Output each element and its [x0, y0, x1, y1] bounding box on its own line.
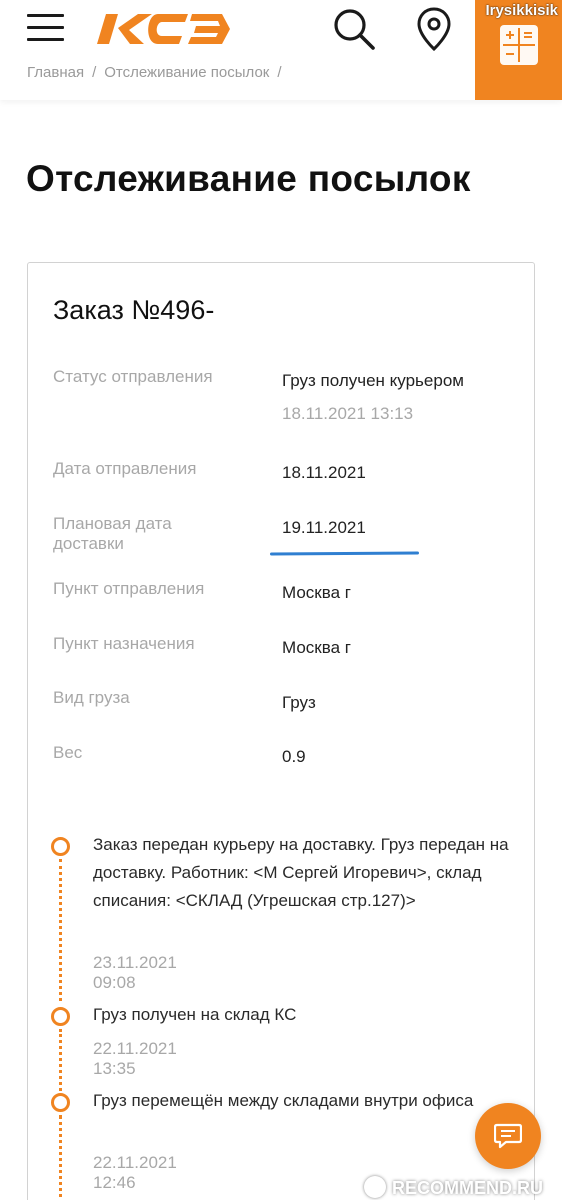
timeline-event-text: Груз получен на склад КС: [93, 1005, 297, 1024]
order-number: Заказ №496-: [53, 295, 215, 325]
watermark-text: RECOMMEND.RU: [392, 1178, 543, 1198]
timeline-event-date: 23.11.2021 09:08: [93, 953, 177, 992]
breadcrumb-separator: /: [277, 64, 282, 81]
timeline-connector: [59, 859, 62, 1001]
weight-value: 0.9: [282, 747, 306, 766]
hand-drawn-underline: [269, 551, 420, 556]
watermark-logo-icon: [364, 1176, 386, 1198]
timeline-event-date: 22.11.2021 12:46: [93, 1153, 177, 1192]
planned-delivery-label: Плановая дата доставки: [53, 514, 172, 553]
menu-icon[interactable]: [27, 12, 65, 44]
username-overlay: Irysikkisik: [485, 2, 558, 19]
site-header: Irysikkisik Главная / Отслеживание посылок…: [0, 0, 562, 100]
timeline-event-date: 22.11.2021 13:35: [93, 1039, 177, 1078]
kce-logo[interactable]: [96, 8, 231, 50]
timeline-marker-icon: [51, 837, 70, 856]
timeline-event-text: Заказ передан курьеру на доставку. Груз …: [93, 835, 509, 910]
dispatch-date-value: 18.11.2021: [282, 463, 366, 482]
breadcrumb-separator: /: [92, 64, 97, 81]
planned-delivery-value: 19.11.2021: [282, 518, 366, 537]
breadcrumb: Главная / Отслеживание посылок /: [27, 64, 290, 81]
cargo-type-value: Груз: [282, 693, 316, 712]
timeline-marker-icon: [51, 1093, 70, 1112]
status-label: Статус отправления: [53, 367, 213, 386]
timeline-event-text: Груз перемещён между складами внутри офи…: [93, 1091, 474, 1110]
chat-icon: [494, 1123, 522, 1149]
chat-button[interactable]: [475, 1103, 541, 1169]
origin-label: Пункт отправления: [53, 579, 205, 598]
origin-value: Москва г: [282, 583, 351, 602]
calculator-icon: [500, 25, 538, 65]
cargo-type-label: Вид груза: [53, 688, 130, 707]
destination-label: Пункт назначения: [53, 634, 195, 653]
page-title: Отслеживание посылок: [26, 158, 471, 199]
timeline-connector: [59, 1115, 62, 1200]
breadcrumb-home-link[interactable]: Главная: [27, 64, 84, 81]
status-value: Груз получен курьером: [282, 371, 464, 390]
weight-label: Вес: [53, 743, 83, 762]
destination-value: Москва г: [282, 638, 351, 657]
timeline-marker-icon: [51, 1007, 70, 1026]
map-pin-icon[interactable]: [416, 6, 452, 52]
watermark: RECOMMEND.RU: [364, 1176, 543, 1199]
breadcrumb-current-link[interactable]: Отслеживание посылок: [104, 64, 269, 81]
dispatch-date-label: Дата отправления: [53, 459, 197, 478]
timeline-connector: [59, 1029, 62, 1091]
search-icon[interactable]: [331, 6, 377, 52]
order-card: Заказ №496- Статус отправления Груз полу…: [27, 262, 535, 1200]
status-timestamp: 18.11.2021 13:13: [282, 404, 414, 423]
